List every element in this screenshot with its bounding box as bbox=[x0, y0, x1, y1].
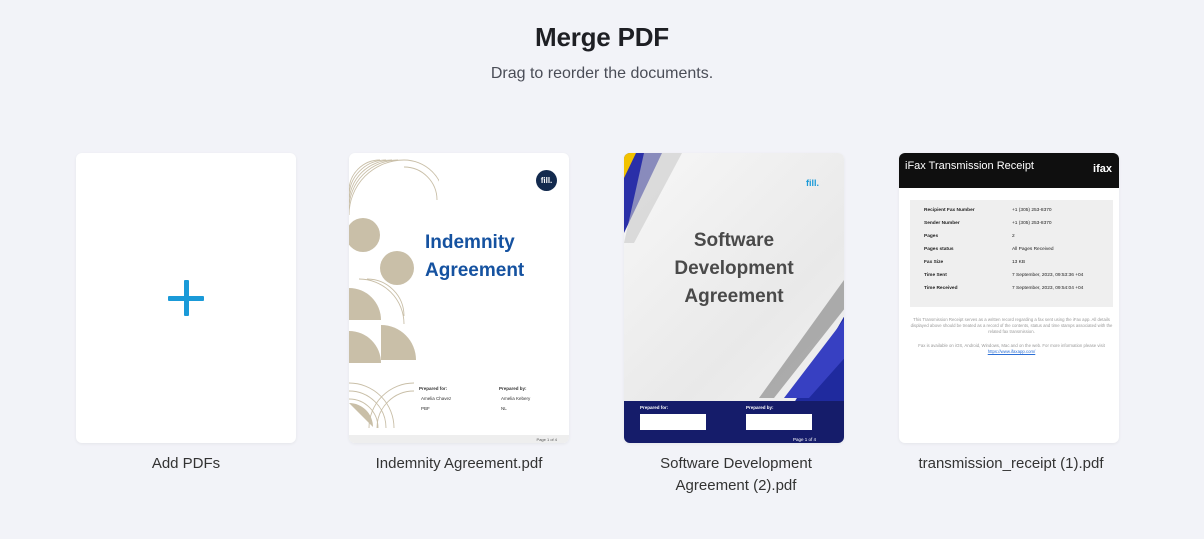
document-filename: Indemnity Agreement.pdf bbox=[375, 455, 543, 472]
prepared-for-company: PBF bbox=[421, 406, 430, 411]
ifax-logo: ifax bbox=[1093, 163, 1112, 175]
document-filename: Software Development Agreement (2).pdf bbox=[660, 455, 812, 494]
prepared-by-name: Amelia Kebery bbox=[501, 396, 531, 401]
preview-header: iFax Transmission Receipt ifax bbox=[899, 153, 1119, 188]
receipt-details: Recipient Fax Number +1 (305) 253-8370 Se… bbox=[910, 200, 1113, 307]
plus-icon bbox=[168, 280, 204, 316]
preview-title: Indemnity Agreement bbox=[425, 232, 525, 281]
preview-title: Software Development Agreement bbox=[674, 230, 794, 307]
receipt-note-2: Fax is available on iOS, Android, Window… bbox=[918, 343, 1105, 354]
page-title: Merge PDF bbox=[534, 22, 669, 52]
add-pdfs-label: Add PDFs bbox=[151, 455, 221, 472]
fill-logo: fill. bbox=[806, 178, 819, 188]
document-card-transmission[interactable]: iFax Transmission Receipt ifax Recipient… bbox=[899, 153, 1119, 443]
page-subtitle: Drag to reorder the documents. bbox=[490, 65, 714, 82]
preview-footer-bar: Prepared for: Prepared by: Page 1 of 4 bbox=[624, 401, 844, 443]
prepared-by-company: NL bbox=[501, 406, 507, 411]
prepared-by-label: Prepared by: bbox=[499, 386, 527, 391]
document-card-indemnity[interactable]: fill. Indemnity Agreement Prepared for: … bbox=[349, 153, 569, 443]
prepared-for-name: Amelia Chavez bbox=[421, 396, 452, 401]
document-card-software[interactable]: fill. Software Development Agreement Pre… bbox=[624, 153, 844, 443]
preview-footer: Page 1 of 4 bbox=[349, 435, 569, 443]
add-pdfs-card[interactable] bbox=[76, 153, 296, 443]
prepared-for-label: Prepared for: bbox=[419, 386, 448, 391]
receipt-note: This Transmission Receipt serves as a wr… bbox=[910, 317, 1113, 334]
fill-logo: fill. bbox=[536, 170, 557, 191]
document-filename: transmission_receipt (1).pdf bbox=[918, 455, 1104, 472]
